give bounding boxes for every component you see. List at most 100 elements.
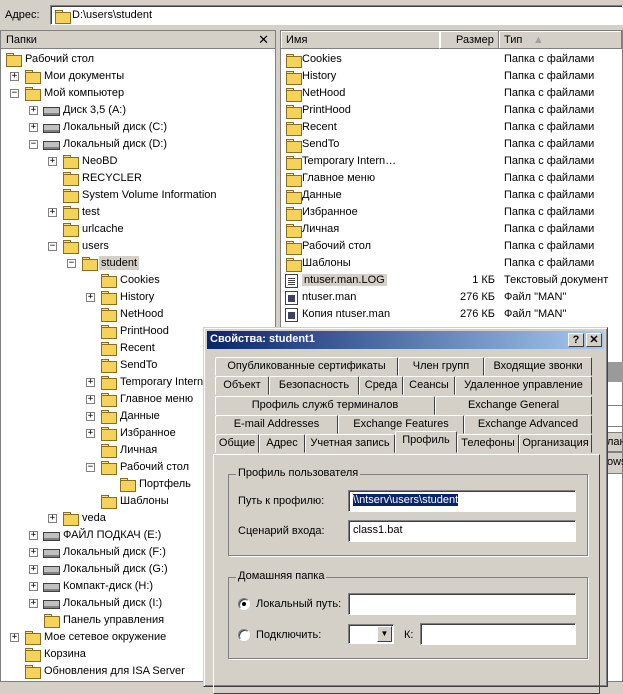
tree-node[interactable]: − Мой компьютер <box>1 85 275 102</box>
sort-arrow-icon: ▲ <box>533 34 544 46</box>
file-type: Текстовый документ <box>504 274 609 286</box>
tab-certificates[interactable]: Опубликованные сертификаты <box>215 357 398 376</box>
file-row[interactable]: PrintHood Папка с файлами <box>281 102 622 119</box>
expand-icon[interactable]: + <box>29 106 38 115</box>
folder-icon <box>62 222 79 237</box>
tree-node[interactable]: − student <box>1 255 275 272</box>
tree-node[interactable]: Рабочий стол <box>1 51 275 68</box>
expand-icon[interactable]: + <box>86 293 95 302</box>
column-size-header[interactable]: Размер <box>439 31 499 49</box>
collapse-icon[interactable]: − <box>48 242 57 251</box>
tab-exchange-general[interactable]: Exchange General <box>435 396 592 415</box>
expand-icon[interactable]: + <box>29 123 38 132</box>
tree-node[interactable]: + History <box>1 289 275 306</box>
tree-node[interactable]: Cookies <box>1 272 275 289</box>
tree-node-label: ФАЙЛ ПОДКАЧ (E:) <box>63 529 162 541</box>
tree-node[interactable]: − users <box>1 238 275 255</box>
expand-icon[interactable]: + <box>48 208 57 217</box>
file-row[interactable]: History Папка с файлами <box>281 68 622 85</box>
connect-to-input[interactable] <box>420 623 576 645</box>
column-type-header[interactable]: Тип ▲ <box>499 31 622 49</box>
tab-exchange-advanced[interactable]: Exchange Advanced <box>464 415 592 434</box>
expand-icon[interactable]: + <box>29 599 38 608</box>
folder-icon <box>285 172 302 187</box>
file-row[interactable]: NetHood Папка с файлами <box>281 85 622 102</box>
tree-node-label: Шаблоны <box>120 495 169 507</box>
file-row[interactable]: ntuser.man.LOG 1 КБ Текстовый документ <box>281 272 622 289</box>
file-row[interactable]: Cookies Папка с файлами <box>281 51 622 68</box>
close-icon[interactable]: ✕ <box>258 32 269 48</box>
tab-address[interactable]: Адрес <box>259 434 305 453</box>
local-path-radio[interactable] <box>238 598 250 610</box>
tree-node[interactable]: + test <box>1 204 275 221</box>
tree-node[interactable]: + Мои документы <box>1 68 275 85</box>
folder-icon <box>62 171 79 186</box>
folder-icon <box>285 70 302 85</box>
file-row[interactable]: Шаблоны Папка с файлами <box>281 255 622 272</box>
address-input[interactable]: D:\users\student <box>50 5 623 25</box>
file-row[interactable]: Recent Папка с файлами <box>281 119 622 136</box>
collapse-icon[interactable]: − <box>10 89 19 98</box>
tree-node-label: test <box>82 206 100 218</box>
tab-environment[interactable]: Среда <box>359 376 403 395</box>
tree-node[interactable]: NetHood <box>1 306 275 323</box>
tree-node[interactable]: + NeoBD <box>1 153 275 170</box>
tab-telephones[interactable]: Телефоны <box>457 434 519 453</box>
expand-icon[interactable]: + <box>10 633 19 642</box>
tree-node[interactable]: + Диск 3,5 (A:) <box>1 102 275 119</box>
file-row[interactable]: Главное меню Папка с файлами <box>281 170 622 187</box>
file-row[interactable]: Данные Папка с файлами <box>281 187 622 204</box>
expand-icon[interactable]: + <box>86 412 95 421</box>
connect-radio[interactable] <box>238 629 250 641</box>
profile-path-input[interactable]: \\ntserv\users\student <box>348 490 576 512</box>
drive-icon <box>43 528 60 542</box>
close-button[interactable]: ✕ <box>586 333 602 347</box>
expand-icon[interactable]: + <box>86 429 95 438</box>
tab-object[interactable]: Объект <box>215 376 269 395</box>
tab-sessions[interactable]: Сеансы <box>403 376 455 395</box>
tab-terminal-services-profile[interactable]: Профиль служб терминалов <box>215 396 435 415</box>
file-row[interactable]: Рабочий стол Папка с файлами <box>281 238 622 255</box>
expand-icon[interactable]: + <box>86 378 95 387</box>
file-size: 276 КБ <box>459 308 495 320</box>
help-button[interactable]: ? <box>568 333 584 347</box>
tab-remote-control[interactable]: Удаленное управление <box>455 376 592 395</box>
tab-organization[interactable]: Организация <box>519 434 592 453</box>
tree-node[interactable]: + Локальный диск (C:) <box>1 119 275 136</box>
tree-node-label: Панель управления <box>63 614 165 626</box>
tree-node-label: Локальный диск (F:) <box>63 546 166 558</box>
expand-icon[interactable]: + <box>48 514 57 523</box>
collapse-icon[interactable]: − <box>67 259 76 268</box>
expand-icon[interactable]: + <box>29 531 38 540</box>
tab-member-of[interactable]: Член групп <box>398 357 484 376</box>
file-row[interactable]: Личная Папка с файлами <box>281 221 622 238</box>
logon-script-input[interactable]: class1.bat <box>348 520 576 542</box>
tab-email-addresses[interactable]: E-mail Addresses <box>215 415 338 434</box>
expand-icon[interactable]: + <box>29 565 38 574</box>
file-row[interactable]: Избранное Папка с файлами <box>281 204 622 221</box>
drive-letter-select[interactable]: ▼ <box>348 624 394 644</box>
tree-node[interactable]: − Локальный диск (D:) <box>1 136 275 153</box>
file-row[interactable]: ntuser.man 276 КБ Файл "MAN" <box>281 289 622 306</box>
local-path-input[interactable] <box>348 593 576 615</box>
expand-icon[interactable]: + <box>29 548 38 557</box>
expand-icon[interactable]: + <box>10 72 19 81</box>
expand-icon[interactable]: + <box>48 157 57 166</box>
expand-icon[interactable]: + <box>29 582 38 591</box>
my-documents-icon <box>24 69 41 84</box>
tab-general[interactable]: Общие <box>215 434 259 453</box>
file-row[interactable]: Temporary Intern… Папка с файлами <box>281 153 622 170</box>
tab-security[interactable]: Безопасность <box>269 376 359 395</box>
tree-node[interactable]: urlcache <box>1 221 275 238</box>
tab-account[interactable]: Учетная запись <box>305 434 395 453</box>
tree-node[interactable]: RECYCLER <box>1 170 275 187</box>
expand-icon[interactable]: + <box>86 395 95 404</box>
tree-node[interactable]: System Volume Information <box>1 187 275 204</box>
chevron-down-icon[interactable]: ▼ <box>377 626 392 642</box>
file-row[interactable]: Копия ntuser.man 276 КБ Файл "MAN" <box>281 306 622 323</box>
tab-dial-in[interactable]: Входящие звонки <box>484 357 592 376</box>
collapse-icon[interactable]: − <box>86 463 95 472</box>
file-row[interactable]: SendTo Папка с файлами <box>281 136 622 153</box>
tab-profile[interactable]: Профиль <box>395 431 457 453</box>
collapse-icon[interactable]: − <box>29 140 38 149</box>
